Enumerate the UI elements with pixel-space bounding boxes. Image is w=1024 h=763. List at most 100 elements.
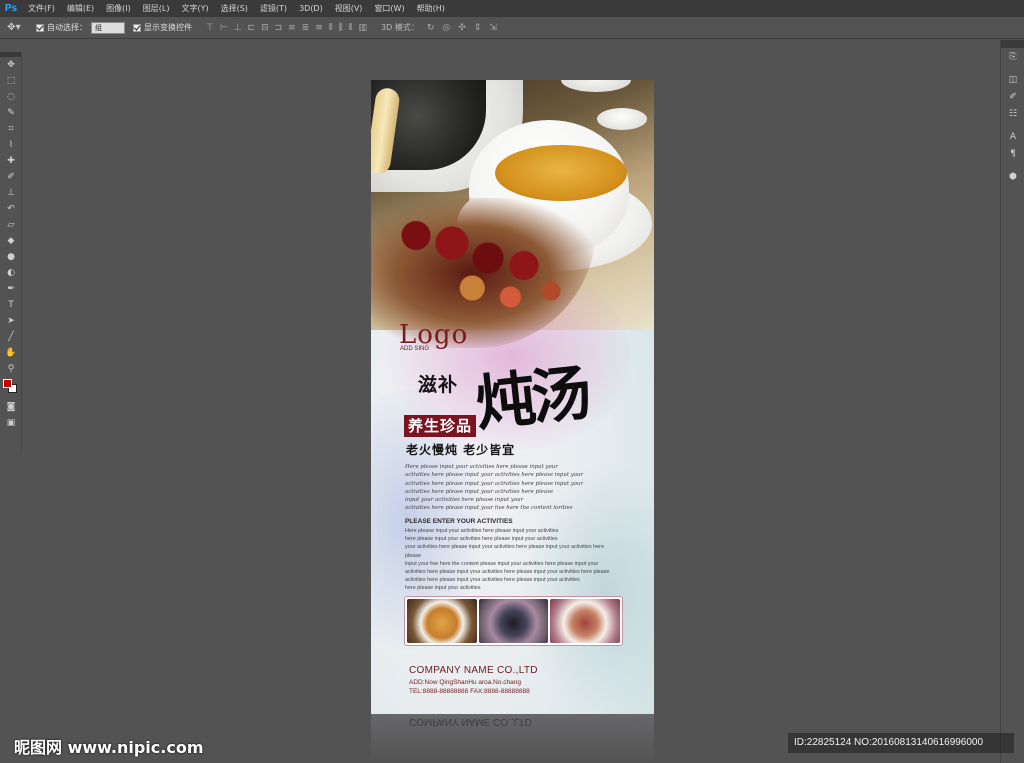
distribute-bottom-icon[interactable]: ≡ xyxy=(315,23,323,33)
healing-brush-tool-icon[interactable]: ✚ xyxy=(0,153,22,169)
options-bar: ✥▾ 自动选择： 组 显示变换控件 ⊤ ⊢ ⊥ ⊏ ⊟ ⊐ ≡ ≣ ≡ ⫴ ⫼ … xyxy=(0,17,1024,39)
tools-panel: ✥ ⬚ ◌ ✎ ⌗ ⌇ ✚ ✐ ⊥ ↶ ▱ ◆ ● ◐ ✒ T ➤ ╱ ✋ ⚲ … xyxy=(0,52,22,452)
menu-window[interactable]: 窗口(W) xyxy=(368,0,410,17)
pen-tool-icon[interactable]: ✒ xyxy=(0,281,22,297)
spoon-image xyxy=(597,108,647,130)
move-tool-preset-icon[interactable]: ✥▾ xyxy=(0,22,28,33)
move-tool-icon[interactable]: ✥ xyxy=(0,57,22,73)
menu-view[interactable]: 视图(V) xyxy=(329,0,369,17)
paragraph-panel-icon[interactable]: ¶ xyxy=(1001,145,1024,162)
menu-help[interactable]: 帮助(H) xyxy=(411,0,451,17)
menu-select[interactable]: 选择(S) xyxy=(215,0,254,17)
brush-panel-icon[interactable]: ✐ xyxy=(1001,88,1024,105)
align-right-icon[interactable]: ⊐ xyxy=(275,23,283,33)
marquee-tool-icon[interactable]: ⬚ xyxy=(0,73,22,89)
mode-3d-label: 3D 模式： xyxy=(381,23,419,32)
italic-line: activities here please input your live h… xyxy=(405,505,573,512)
auto-align-icon[interactable]: ▥ xyxy=(359,23,368,33)
dish-photo-strip xyxy=(404,596,623,646)
hand-tool-icon[interactable]: ✋ xyxy=(0,345,22,361)
dodge-tool-icon[interactable]: ◐ xyxy=(0,265,22,281)
align-middle-icon[interactable]: ⊢ xyxy=(220,23,228,33)
italic-line: activities here please input your activi… xyxy=(405,480,584,487)
italic-line: Here please input your activities here p… xyxy=(405,464,558,470)
zoom-tool-icon[interactable]: ⚲ xyxy=(0,361,22,377)
crop-tool-icon[interactable]: ⌗ xyxy=(0,121,22,137)
menu-layer[interactable]: 图层(L) xyxy=(137,0,176,17)
distribute-left-icon[interactable]: ⫴ xyxy=(329,23,333,33)
distribute-middle-icon[interactable]: ≣ xyxy=(302,23,310,33)
eraser-tool-icon[interactable]: ▱ xyxy=(0,217,22,233)
menu-edit[interactable]: 编辑(E) xyxy=(61,0,100,17)
cup-rim-image xyxy=(561,80,631,92)
poster-logo-sub: ADD SING xyxy=(400,346,430,352)
reflection-text: COMPANY NAME CO.,LTD xyxy=(409,716,532,727)
menu-type[interactable]: 文字(Y) xyxy=(175,0,214,17)
italic-line: activities here please input your activi… xyxy=(405,488,554,495)
line-tool-icon[interactable]: ╱ xyxy=(0,329,22,345)
align-center-icon[interactable]: ⊟ xyxy=(261,23,269,33)
menu-filter[interactable]: 滤镜(T) xyxy=(254,0,293,17)
dish-photo-1 xyxy=(407,599,477,643)
auto-select-dropdown[interactable]: 组 xyxy=(91,21,125,34)
photoshop-logo: Ps xyxy=(4,3,18,14)
show-transform-option[interactable]: 显示变换控件 xyxy=(133,22,192,33)
align-bottom-icon[interactable]: ⊥ xyxy=(234,23,242,33)
path-select-tool-icon[interactable]: ➤ xyxy=(0,313,22,329)
align-buttons: ⊤ ⊢ ⊥ ⊏ ⊟ ⊐ ≡ ≣ ≡ ⫴ ⫼ ⫴ ▥ xyxy=(206,23,367,33)
rotate-3d-icon[interactable]: ↻ xyxy=(427,23,435,33)
lasso-tool-icon[interactable]: ◌ xyxy=(0,89,22,105)
scale-3d-icon[interactable]: ⇲ xyxy=(489,23,497,33)
body-line: Here please input your activities here p… xyxy=(405,528,559,534)
pan-3d-icon[interactable]: ✣ xyxy=(458,23,466,33)
paint-bucket-tool-icon[interactable]: ◆ xyxy=(0,233,22,249)
quick-select-tool-icon[interactable]: ✎ xyxy=(0,105,22,121)
menu-3d[interactable]: 3D(D) xyxy=(293,0,329,17)
character-panel-icon[interactable]: A xyxy=(1001,128,1024,145)
company-address: ADD:Now QingShanHu aroa.No.chang xyxy=(409,679,522,686)
history-panel-icon[interactable]: ⎘ xyxy=(1001,48,1024,65)
adjustments-panel-icon[interactable]: ◫ xyxy=(1001,71,1024,88)
italic-line: activities here please input your activi… xyxy=(405,472,584,479)
collapsed-panels-strip: ⎘ ◫ ✐ ☷ A ¶ ⬢ xyxy=(1000,40,1024,763)
align-top-icon[interactable]: ⊤ xyxy=(206,23,214,33)
distribute-top-icon[interactable]: ≡ xyxy=(288,23,296,33)
blur-tool-icon[interactable]: ● xyxy=(0,249,22,265)
body-line: activities here please input your activi… xyxy=(405,569,610,576)
align-left-icon[interactable]: ⊏ xyxy=(248,23,256,33)
panels-strip-header xyxy=(1001,40,1024,48)
poster-badge: 养生珍品 xyxy=(404,415,477,437)
3d-mode-buttons: ↻ ◎ ✣ ⇕ ⇲ xyxy=(427,23,497,33)
type-tool-icon[interactable]: T xyxy=(0,297,22,313)
activities-body: Here please input your activities here p… xyxy=(405,527,620,593)
dish-photo-3 xyxy=(550,599,621,643)
company-tel-fax: TEL:8888-88888888 FAX:8888-88888888 xyxy=(409,688,530,695)
properties-panel-icon[interactable]: ☷ xyxy=(1001,105,1024,122)
distribute-center-icon[interactable]: ⫼ xyxy=(339,23,343,33)
foreground-color-swatch[interactable] xyxy=(3,379,12,388)
roll-3d-icon[interactable]: ◎ xyxy=(442,23,450,33)
distribute-right-icon[interactable]: ⫴ xyxy=(349,23,353,33)
eyedropper-tool-icon[interactable]: ⌇ xyxy=(0,137,22,153)
auto-select-checkbox[interactable] xyxy=(36,23,44,32)
clone-stamp-tool-icon[interactable]: ⊥ xyxy=(0,185,22,201)
color-swatches[interactable] xyxy=(0,377,22,399)
auto-select-option[interactable]: 自动选择： xyxy=(36,22,87,33)
italic-text-block: Here please input your activities here p… xyxy=(405,463,605,513)
poster-title-small: 滋补 xyxy=(418,374,459,396)
quick-mask-icon[interactable]: ◙ xyxy=(0,399,22,415)
menu-file[interactable]: 文件(F) xyxy=(22,0,61,17)
body-line: your activities here please input your a… xyxy=(405,544,604,559)
brush-tool-icon[interactable]: ✐ xyxy=(0,169,22,185)
history-brush-tool-icon[interactable]: ↶ xyxy=(0,201,22,217)
show-transform-checkbox[interactable] xyxy=(133,23,141,32)
activities-heading: PLEASE ENTER YOUR ACTIVITIES xyxy=(405,518,513,525)
poster-subtitle: 老火慢炖 老少皆宜 xyxy=(406,443,516,457)
3d-panel-icon[interactable]: ⬢ xyxy=(1001,168,1024,185)
show-transform-label: 显示变换控件 xyxy=(144,23,192,32)
document-canvas[interactable]: Logo ADD SING 炖汤 滋补 养生珍品 老火慢炖 老少皆宜 Here … xyxy=(371,80,654,714)
menu-image[interactable]: 图像(I) xyxy=(100,0,137,17)
screen-mode-icon[interactable]: ▣ xyxy=(0,415,22,431)
italic-line: input your activities here please input … xyxy=(405,497,524,504)
slide-3d-icon[interactable]: ⇕ xyxy=(474,23,482,33)
